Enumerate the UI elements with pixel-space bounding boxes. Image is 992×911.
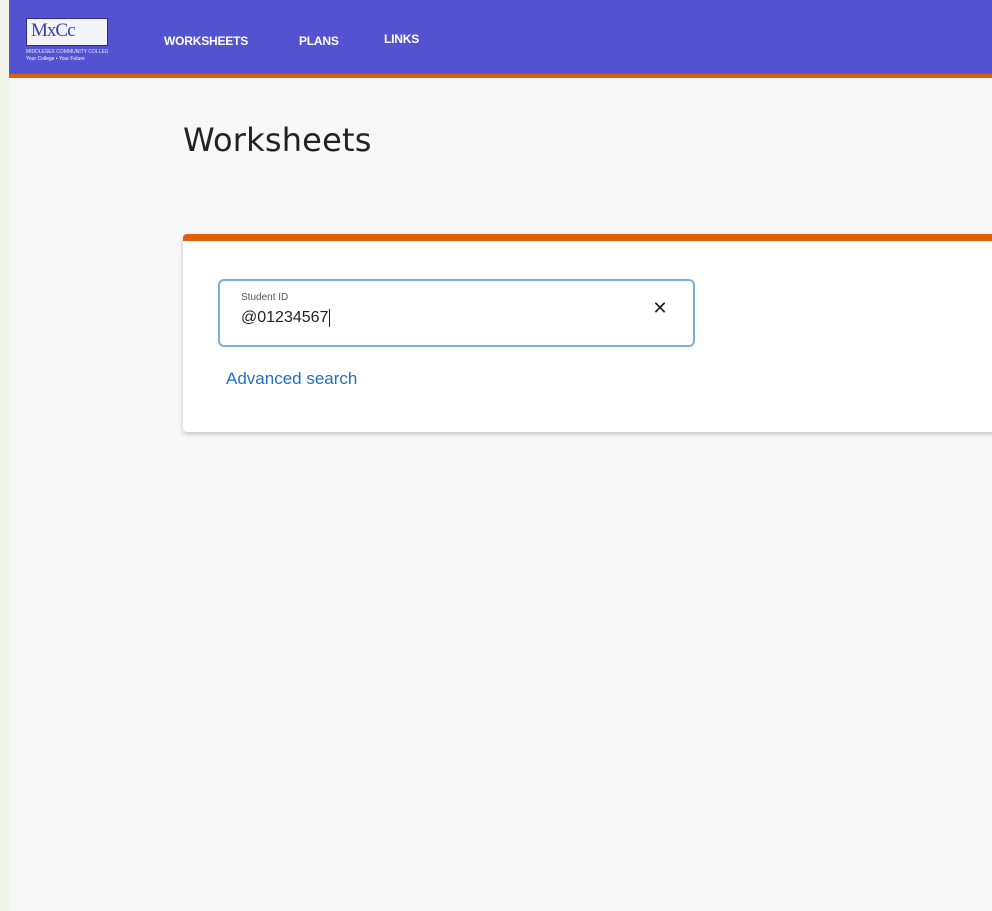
logo-box: MxCc [26, 18, 108, 46]
nav-item-links[interactable]: LINKS [384, 32, 419, 46]
left-edge-strip [0, 0, 9, 911]
student-id-input[interactable]: @01234567 [241, 309, 331, 327]
top-navigation-bar: MxCc MIDDLESEX COMMUNITY COLLEGE Your Co… [9, 0, 992, 78]
nav-item-plans[interactable]: PLANS [299, 34, 339, 48]
advanced-search-link[interactable]: Advanced search [226, 369, 357, 389]
student-id-value: @01234567 [241, 309, 329, 327]
page-title: Worksheets [183, 121, 372, 159]
logo-subtitle: MIDDLESEX COMMUNITY COLLEGE [26, 49, 108, 55]
logo-tagline: Your College • Your Future [26, 56, 85, 62]
college-logo[interactable]: MxCc MIDDLESEX COMMUNITY COLLEGE Your Co… [26, 18, 108, 62]
student-id-label: Student ID [241, 292, 289, 303]
logo-mark: MxCc [31, 20, 75, 41]
student-id-field[interactable]: Student ID @01234567 ✕ [218, 279, 695, 347]
nav-item-worksheets[interactable]: WORKSHEETS [164, 34, 248, 48]
close-icon[interactable]: ✕ [648, 296, 672, 320]
text-caret [329, 309, 331, 327]
search-card: Student ID @01234567 ✕ Advanced search [183, 234, 992, 432]
